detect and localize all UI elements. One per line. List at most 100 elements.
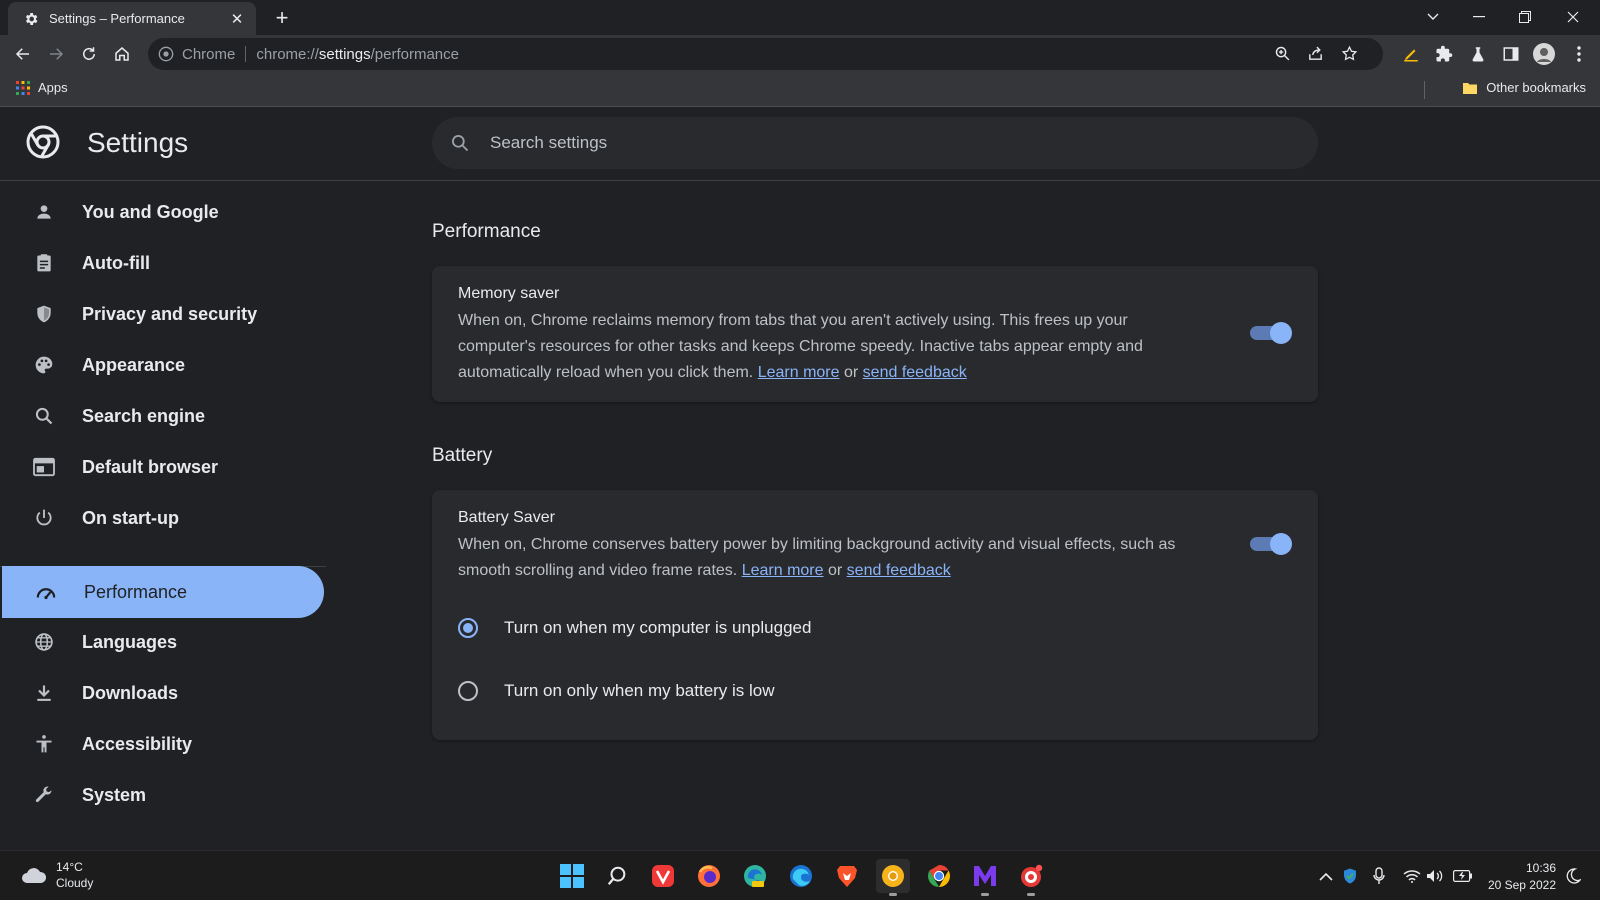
radio-unplugged[interactable]: Turn on when my computer is unplugged bbox=[458, 618, 811, 638]
weather-widget[interactable]: 14°C Cloudy bbox=[20, 859, 93, 891]
clipboard-icon bbox=[32, 251, 56, 275]
wifi-icon[interactable] bbox=[1402, 866, 1422, 886]
notifications-moon-icon[interactable] bbox=[1563, 866, 1583, 886]
sidebar-item-label: Languages bbox=[82, 631, 178, 652]
sidebar-item-appearance[interactable]: Appearance bbox=[0, 339, 324, 391]
home-icon[interactable] bbox=[108, 40, 136, 68]
windows-start-icon[interactable] bbox=[555, 859, 589, 893]
brave-icon[interactable] bbox=[830, 859, 864, 893]
sidebar-item-downloads[interactable]: Downloads bbox=[0, 667, 324, 719]
battery-saver-or-text: or bbox=[827, 562, 843, 579]
edge-canary-icon[interactable] bbox=[738, 859, 772, 893]
apps-grid-icon bbox=[16, 80, 30, 95]
sidebar-nav: You and Google Auto-fill Privacy and sec… bbox=[0, 182, 330, 850]
forward-icon[interactable] bbox=[42, 40, 70, 68]
sidebar-item-you-and-google[interactable]: You and Google bbox=[0, 186, 324, 238]
radio-button-unchecked[interactable] bbox=[458, 681, 478, 701]
sidebar-item-label: On start-up bbox=[82, 507, 179, 528]
performance-section-title: Performance bbox=[432, 221, 541, 242]
app-target-icon[interactable] bbox=[1014, 859, 1048, 896]
weather-desc: Cloudy bbox=[56, 876, 94, 890]
address-bar[interactable]: Chrome chrome:// settings /performance bbox=[148, 38, 1383, 70]
chevron-up-icon[interactable] bbox=[1316, 866, 1336, 886]
extensions-puzzle-icon[interactable] bbox=[1430, 40, 1458, 68]
security-shield-icon[interactable] bbox=[1340, 866, 1360, 886]
bookmark-apps[interactable]: Apps bbox=[16, 80, 68, 95]
tab-close-icon[interactable]: ✕ bbox=[228, 10, 246, 28]
search-icon bbox=[32, 404, 56, 428]
microphone-icon[interactable] bbox=[1369, 866, 1389, 886]
sidebar-item-on-startup[interactable]: On start-up bbox=[0, 492, 324, 544]
memory-saver-learn-more-link[interactable]: Learn more bbox=[758, 364, 840, 381]
bookmark-star-icon[interactable] bbox=[1341, 45, 1358, 67]
memory-saver-description: When on, Chrome reclaims memory from tab… bbox=[458, 308, 1228, 386]
sidebar-item-accessibility[interactable]: Accessibility bbox=[0, 718, 324, 770]
chrome-icon[interactable] bbox=[922, 859, 956, 893]
edge-icon[interactable] bbox=[784, 859, 818, 893]
tab-title: Settings – Performance bbox=[49, 11, 185, 26]
minimize-button[interactable] bbox=[1456, 0, 1502, 33]
new-tab-button[interactable]: + bbox=[270, 5, 294, 30]
sidebar-item-languages[interactable]: Languages bbox=[0, 616, 324, 668]
globe-icon bbox=[32, 630, 56, 654]
app-m-icon[interactable] bbox=[968, 859, 1002, 896]
battery-section-title: Battery bbox=[432, 445, 493, 466]
site-chip: Chrome bbox=[182, 45, 236, 63]
restore-button[interactable] bbox=[1502, 0, 1548, 33]
extension-pen-icon[interactable] bbox=[1397, 40, 1425, 68]
menu-kebab-icon[interactable] bbox=[1565, 40, 1593, 68]
share-icon[interactable] bbox=[1307, 45, 1324, 67]
sidebar-item-label: You and Google bbox=[82, 201, 219, 222]
battery-saver-feedback-link[interactable]: send feedback bbox=[847, 562, 951, 579]
labs-flask-icon[interactable] bbox=[1464, 40, 1492, 68]
search-input[interactable] bbox=[490, 133, 1270, 153]
url-host: settings bbox=[318, 45, 371, 63]
battery-saver-learn-more-link[interactable]: Learn more bbox=[742, 562, 824, 579]
side-panel-icon[interactable] bbox=[1497, 40, 1525, 68]
vivaldi-icon[interactable] bbox=[646, 859, 680, 893]
memory-saver-toggle[interactable] bbox=[1250, 322, 1292, 344]
battery-saver-card: Battery Saver When on, Chrome conserves … bbox=[432, 490, 1318, 740]
chrome-canary-icon[interactable] bbox=[876, 859, 910, 896]
sidebar-item-default-browser[interactable]: Default browser bbox=[0, 441, 324, 493]
firefox-icon[interactable] bbox=[692, 859, 726, 893]
memory-saver-feedback-link[interactable]: send feedback bbox=[863, 364, 967, 381]
settings-header: Settings bbox=[0, 107, 1600, 181]
cloud-icon bbox=[20, 865, 48, 885]
shield-icon bbox=[32, 302, 56, 326]
battery-charging-icon[interactable] bbox=[1453, 866, 1473, 886]
bookmark-other[interactable]: Other bookmarks bbox=[1463, 80, 1586, 95]
battery-saver-desc-line: When on, Chrome conserves battery power … bbox=[458, 536, 1176, 553]
reload-icon[interactable] bbox=[75, 40, 103, 68]
back-icon[interactable] bbox=[9, 40, 37, 68]
bookmarks-divider bbox=[1424, 81, 1425, 99]
volume-icon[interactable] bbox=[1425, 866, 1445, 886]
tab-search-icon[interactable] bbox=[1410, 0, 1456, 33]
battery-saver-toggle[interactable] bbox=[1250, 533, 1292, 555]
sidebar-item-label: Search engine bbox=[82, 405, 206, 426]
zoom-icon[interactable] bbox=[1274, 45, 1291, 67]
battery-saver-title: Battery Saver bbox=[458, 509, 555, 526]
close-window-button[interactable] bbox=[1550, 0, 1596, 33]
settings-gear-icon bbox=[22, 10, 40, 28]
settings-search[interactable] bbox=[432, 117, 1318, 169]
sidebar-item-performance[interactable]: Performance bbox=[2, 566, 324, 618]
profile-avatar[interactable] bbox=[1530, 40, 1558, 68]
sidebar-item-search-engine[interactable]: Search engine bbox=[0, 390, 324, 442]
url-scheme: chrome:// bbox=[256, 45, 319, 63]
clock-time: 10:36 bbox=[1525, 861, 1556, 875]
active-tab[interactable]: Settings – Performance ✕ bbox=[8, 2, 256, 35]
radio-battery-low[interactable]: Turn on only when my battery is low bbox=[458, 681, 775, 701]
radio-button-checked[interactable] bbox=[458, 618, 478, 638]
sidebar-item-label: Downloads bbox=[82, 682, 179, 703]
sidebar-item-label: Privacy and security bbox=[82, 303, 258, 324]
chrome-settings-logo-icon bbox=[26, 125, 60, 159]
clock[interactable]: 10:36 20 Sep 2022 bbox=[1488, 860, 1556, 894]
taskbar-search-icon[interactable] bbox=[600, 859, 634, 893]
sidebar-item-autofill[interactable]: Auto-fill bbox=[0, 237, 324, 289]
sidebar-item-privacy[interactable]: Privacy and security bbox=[0, 288, 324, 340]
memory-saver-card: Memory saver When on, Chrome reclaims me… bbox=[432, 266, 1318, 402]
sidebar-item-label: Default browser bbox=[82, 456, 219, 477]
battery-saver-desc-text: smooth scrolling and video frame rates. bbox=[458, 562, 738, 579]
sidebar-item-system[interactable]: System bbox=[0, 769, 324, 821]
